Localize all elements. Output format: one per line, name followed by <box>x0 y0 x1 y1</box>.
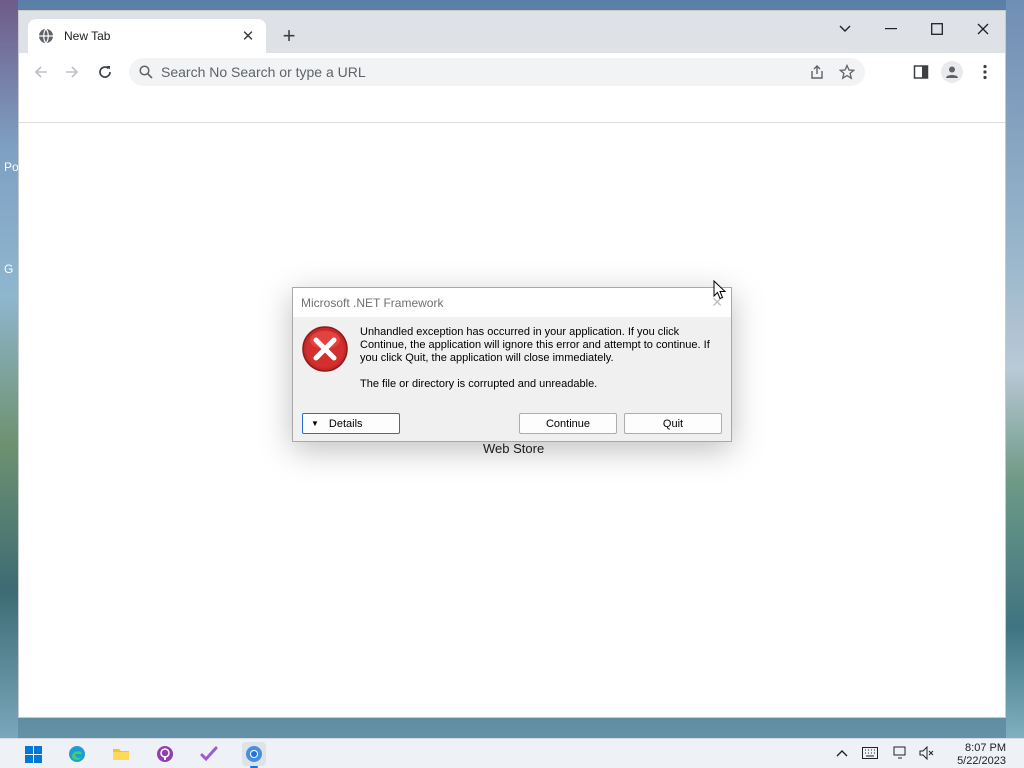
continue-button[interactable]: Continue <box>519 413 617 434</box>
profile-avatar-icon[interactable] <box>941 61 963 83</box>
web-store-shortcut-label[interactable]: Web Store <box>483 441 544 456</box>
error-icon <box>302 326 348 372</box>
back-icon[interactable] <box>31 62 51 82</box>
todo-taskbar-button[interactable] <box>198 743 220 765</box>
dialog-detail-text: The file or directory is corrupted and u… <box>360 378 598 390</box>
address-input[interactable] <box>161 64 781 80</box>
chrome-icon <box>246 746 262 762</box>
edge-taskbar-button[interactable] <box>66 743 88 765</box>
desktop-icon-label[interactable]: G <box>4 262 13 276</box>
tab-title: New Tab <box>64 29 111 43</box>
checkmark-icon <box>200 746 218 762</box>
menu-kebab-icon[interactable] <box>975 62 995 82</box>
close-window-button[interactable] <box>963 15 1003 43</box>
side-panel-icon[interactable] <box>911 62 931 82</box>
tab-search-icon[interactable] <box>825 15 865 43</box>
details-button-label: Details <box>328 417 363 430</box>
clock-date: 5/22/2023 <box>957 755 1006 767</box>
details-button[interactable]: ▼ Details <box>302 413 400 434</box>
podcast-icon <box>157 746 173 762</box>
chrome-taskbar-button[interactable] <box>242 742 266 768</box>
quit-button[interactable]: Quit <box>624 413 722 434</box>
browser-toolbar <box>19 53 1005 91</box>
bookmarks-bar <box>19 91 1005 123</box>
tab-close-icon[interactable]: ✕ <box>240 28 256 45</box>
file-explorer-taskbar-button[interactable] <box>110 743 132 765</box>
windows-logo-icon <box>24 745 42 763</box>
taskbar: 8:07 PM 5/22/2023 <box>0 738 1024 768</box>
folder-icon <box>113 749 129 760</box>
minimize-button[interactable] <box>871 15 911 43</box>
edge-icon <box>69 746 85 762</box>
desktop-background-right <box>1006 0 1024 738</box>
maximize-button[interactable] <box>917 15 957 43</box>
bookmark-star-icon[interactable] <box>839 64 855 80</box>
error-dialog: Microsoft .NET Framework ✕ Unhandled exc… <box>292 287 732 442</box>
keyboard-icon[interactable] <box>861 744 879 762</box>
share-icon[interactable] <box>809 64 825 80</box>
show-hidden-icons-chevron-icon[interactable] <box>833 744 851 762</box>
desktop-background-left: Po G <box>0 0 19 738</box>
mouse-cursor-icon <box>713 280 727 300</box>
tab-strip: New Tab ✕ + <box>19 11 1005 53</box>
reload-icon[interactable] <box>95 62 115 82</box>
system-clock[interactable]: 8:07 PM 5/22/2023 <box>957 742 1006 768</box>
network-icon[interactable] <box>892 744 910 762</box>
podcast-app-taskbar-button[interactable] <box>154 743 176 765</box>
address-bar[interactable] <box>129 58 865 86</box>
start-button[interactable] <box>22 743 44 765</box>
new-tab-button[interactable]: + <box>277 23 301 48</box>
clock-time: 8:07 PM <box>965 742 1006 754</box>
dialog-message: Unhandled exception has occurred in your… <box>360 326 710 364</box>
search-icon <box>139 65 153 79</box>
dialog-titlebar[interactable]: Microsoft .NET Framework ✕ <box>293 288 731 317</box>
triangle-down-icon: ▼ <box>311 419 319 428</box>
globe-icon <box>39 28 53 44</box>
desktop-icon-label[interactable]: Po <box>4 160 19 174</box>
forward-icon[interactable] <box>62 62 82 82</box>
tab-new-tab[interactable]: New Tab ✕ <box>28 19 266 53</box>
dialog-title: Microsoft .NET Framework <box>301 295 444 310</box>
volume-muted-icon[interactable] <box>918 744 936 762</box>
